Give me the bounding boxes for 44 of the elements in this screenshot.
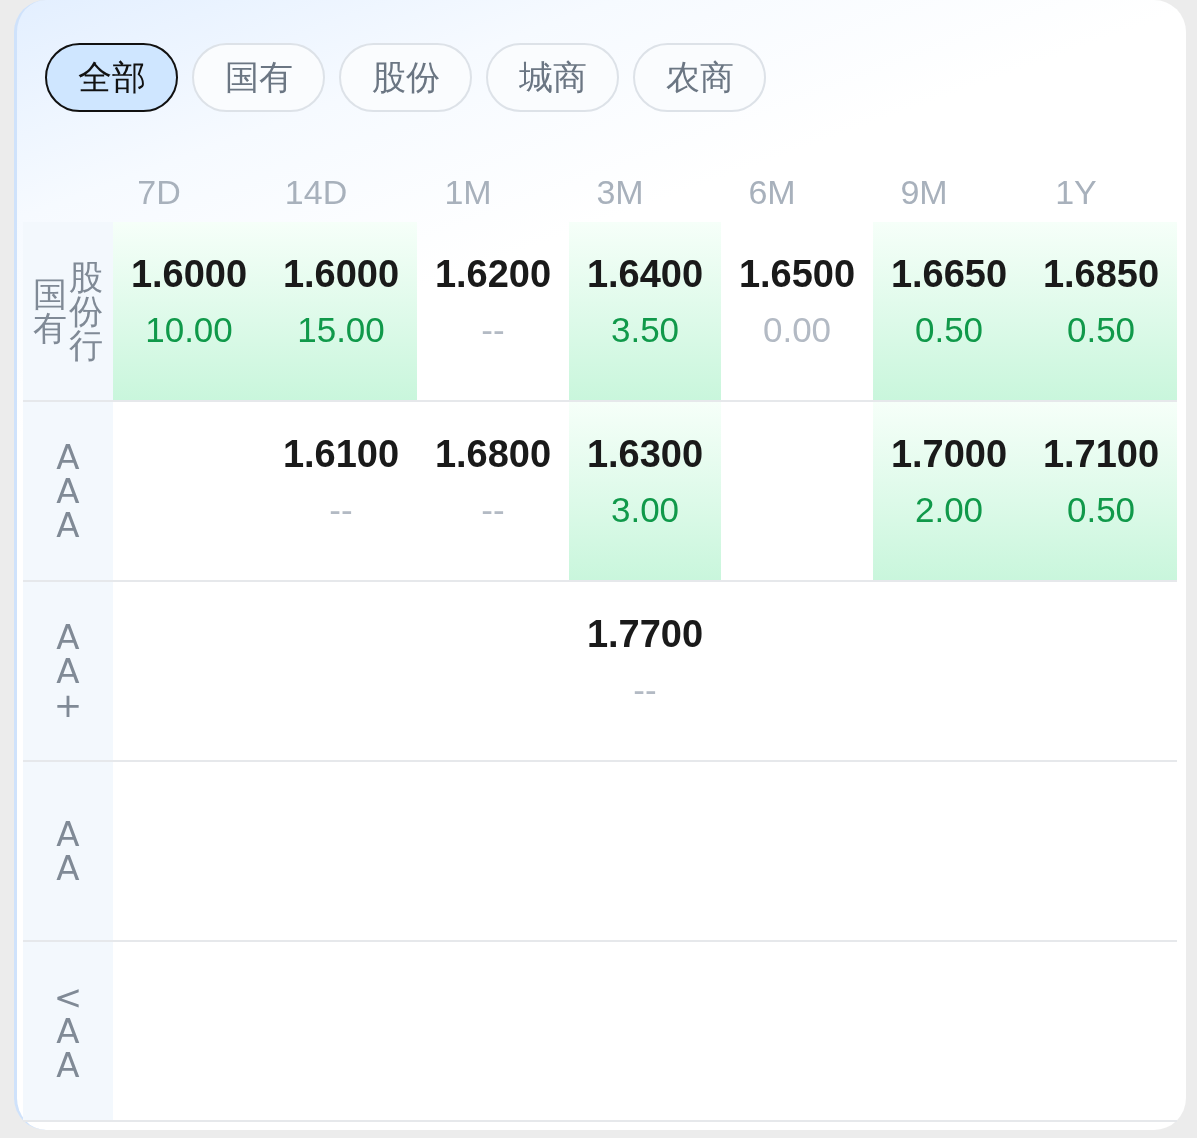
change-value: -- — [329, 489, 353, 530]
rate-value: 1.7000 — [890, 432, 1008, 476]
filter-tab[interactable]: 农商 — [633, 43, 766, 112]
change-value: 0.50 — [1066, 309, 1136, 350]
change-value: 2.00 — [914, 489, 984, 530]
rate-value: 1.6650 — [890, 252, 1008, 296]
rate-value: 1.6300 — [586, 432, 704, 476]
rate-value: 1.6200 — [434, 252, 552, 296]
rate-value: 1.6800 — [434, 432, 552, 476]
rate-value: 1.6000 — [282, 252, 400, 296]
change-value: 0.50 — [1066, 489, 1136, 530]
filter-tab[interactable]: 股份 — [339, 43, 472, 112]
column-header: 9M — [899, 172, 949, 213]
rate-value: 1.6500 — [738, 252, 856, 296]
filter-tab[interactable]: 国有 — [192, 43, 325, 112]
column-header: 3M — [595, 172, 645, 213]
change-value: 3.50 — [610, 309, 680, 350]
filter-tab[interactable]: 全部 — [45, 43, 178, 112]
rate-value: 1.6000 — [130, 252, 248, 296]
rate-value: 1.7100 — [1042, 432, 1160, 476]
rate-value: 1.6850 — [1042, 252, 1160, 296]
change-value: -- — [633, 669, 657, 710]
column-header: 14D — [283, 172, 349, 213]
row-label: 股份行 — [69, 260, 103, 362]
change-value: 10.00 — [145, 309, 233, 350]
column-header: 1Y — [1054, 172, 1098, 213]
change-value: 0.50 — [914, 309, 984, 350]
row-label: AA — [55, 817, 81, 885]
row-label: <AA — [52, 980, 84, 1082]
change-value: 15.00 — [297, 309, 385, 350]
row-label: AAA — [55, 440, 81, 542]
rate-value: 1.7700 — [586, 612, 704, 656]
change-value: 3.00 — [610, 489, 680, 530]
column-header: 6M — [747, 172, 797, 213]
column-header: 1M — [443, 172, 493, 213]
rate-value: 1.6400 — [586, 252, 704, 296]
change-value: -- — [481, 489, 505, 530]
change-value: 0.00 — [762, 309, 832, 350]
column-header: 7D — [136, 172, 182, 213]
row-label: AA+ — [52, 620, 84, 722]
rate-value: 1.6100 — [282, 432, 400, 476]
row-label: 国有 — [33, 277, 67, 345]
change-value: -- — [481, 309, 505, 350]
filter-tab[interactable]: 城商 — [486, 43, 619, 112]
